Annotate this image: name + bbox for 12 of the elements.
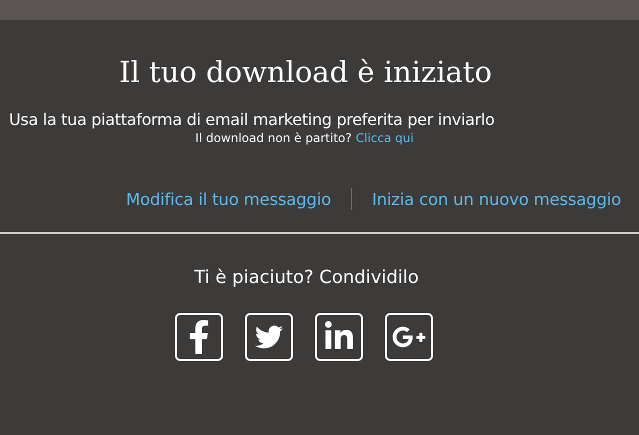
retry-link[interactable]: Clicca qui bbox=[356, 131, 414, 145]
share-button[interactable] bbox=[385, 313, 433, 361]
action-link[interactable]: Inizia con un nuovo messaggio bbox=[372, 190, 621, 208]
twitter-icon bbox=[255, 323, 283, 351]
share-heading: Ti è piaciuto? Condividilo bbox=[194, 267, 419, 288]
share-button[interactable] bbox=[315, 313, 363, 361]
action-link[interactable]: Modifica il tuo messaggio bbox=[126, 190, 331, 208]
retry-text: Il download non è partito? bbox=[195, 131, 352, 145]
share-button[interactable] bbox=[245, 313, 293, 361]
subtitle: Usa la tua piattaforma di email marketing preferita per inviarlo bbox=[9, 110, 496, 129]
share-button[interactable] bbox=[175, 313, 223, 361]
page-title: Il tuo download è iniziato bbox=[119, 54, 492, 91]
